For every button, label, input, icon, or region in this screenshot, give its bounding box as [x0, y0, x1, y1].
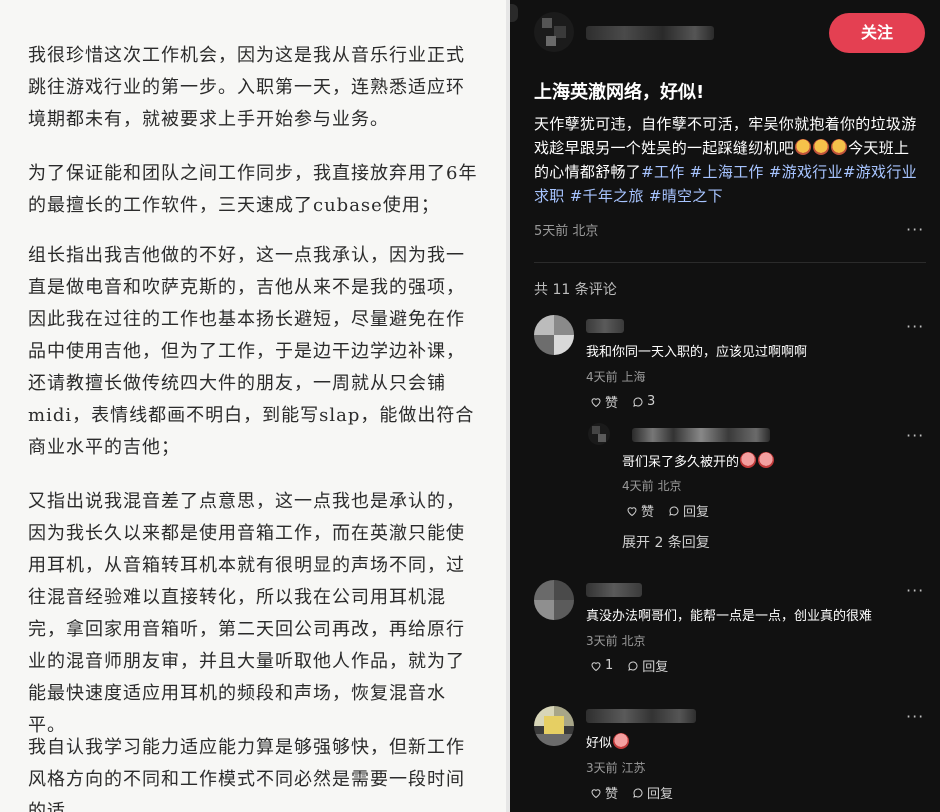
- face-emoji-icon: [813, 139, 830, 155]
- article-paragraph-2: 为了保证能和团队之间工作同步，我直接放弃用了6年的最擅长的工作软件，三天速成了c…: [28, 163, 478, 216]
- reply-count: 3: [647, 394, 656, 409]
- like-label: 赞: [605, 787, 619, 802]
- reply-avatar[interactable]: [588, 423, 610, 445]
- comment-more-icon[interactable]: ···: [906, 707, 924, 726]
- like-button[interactable]: 1: [590, 658, 613, 673]
- comment-actions: 赞 回复: [590, 783, 673, 802]
- comment-avatar[interactable]: [534, 315, 574, 355]
- like-label: 赞: [605, 396, 619, 411]
- post-detail-panel: 关注 上海英澈网络，好似! 天作孽犹可违，自作孽不可活，牢吴你就抱着你的垃圾游戏…: [510, 0, 940, 812]
- hashtag-link[interactable]: #上海工作: [690, 163, 764, 181]
- comment-text: 我和你同一天入职的，应该见过啊啊啊: [586, 345, 808, 360]
- reply-author-name[interactable]: [632, 428, 770, 442]
- reply-button[interactable]: 回复: [627, 656, 668, 675]
- like-button[interactable]: 赞: [626, 501, 654, 520]
- expand-replies-button[interactable]: 展开 2 条回复: [622, 532, 710, 552]
- article-paragraph-5: 我自认我学习能力适应能力算是够强够快，但新工作风格方向的不同和工作模式不同必然是…: [28, 737, 465, 812]
- comment-bubble-icon: [633, 787, 643, 798]
- comment-text-content: 好似: [586, 736, 613, 751]
- comment-actions: 赞 3: [590, 392, 655, 411]
- article-paragraph-1: 我很珍惜这次工作机会，因为这是我从音乐行业正式跳往游戏行业的第一步。入职第一天，…: [28, 45, 465, 130]
- face-emoji-icon: [795, 139, 812, 155]
- like-label: 赞: [641, 505, 655, 520]
- comment-avatar[interactable]: [534, 706, 574, 746]
- comment-bubble-icon: [633, 396, 643, 407]
- heart-icon: [591, 788, 601, 798]
- reply-label: 回复: [683, 505, 710, 520]
- comment-count: 共 11 条评论: [534, 282, 617, 298]
- hashtag-link[interactable]: #晴空之下: [649, 187, 723, 205]
- like-button[interactable]: 赞: [590, 783, 618, 802]
- post-more-icon[interactable]: ···: [906, 220, 924, 239]
- comment-avatar[interactable]: [534, 580, 574, 620]
- comment-actions: 1 回复: [590, 656, 668, 675]
- comment-bubble-icon: [628, 660, 638, 671]
- comment-text: 真没办法啊哥们，能帮一点是一点，创业真的很难: [586, 609, 873, 624]
- reply-label: 回复: [647, 787, 674, 802]
- pig-face-emoji-icon: [758, 452, 775, 468]
- reply-button[interactable]: 回复: [632, 783, 673, 802]
- hashtag-link[interactable]: #工作: [641, 163, 684, 181]
- article-paragraph-4: 又指出说我混音差了点意思，这一点我也是承认的，因为我长久以来都是使用音箱工作，而…: [28, 491, 465, 736]
- reply-more-icon[interactable]: ···: [906, 426, 924, 445]
- article-image: 我很珍惜这次工作机会，因为这是我从音乐行业正式跳往游戏行业的第一步。入职第一天，…: [0, 0, 510, 812]
- reply-count-button[interactable]: 3: [632, 394, 655, 409]
- comment-author-name[interactable]: [586, 583, 642, 597]
- reply-label: 回复: [642, 660, 669, 675]
- like-button[interactable]: 赞: [590, 392, 618, 411]
- reply-text-content: 哥们呆了多久被开的: [622, 455, 740, 470]
- reply-actions: 赞 回复: [626, 501, 709, 520]
- post-title: 上海英澈网络，好似!: [534, 82, 705, 103]
- reply-text: 哥们呆了多久被开的: [622, 451, 775, 470]
- divider: [534, 262, 926, 263]
- comment-bubble-icon: [669, 505, 679, 516]
- like-count: 1: [605, 658, 614, 673]
- heart-icon: [591, 661, 601, 671]
- heart-icon: [591, 397, 601, 407]
- post-meta: 5天前 北京: [534, 224, 599, 239]
- comment-author-name[interactable]: [586, 319, 624, 333]
- comment-author-name[interactable]: [586, 709, 696, 723]
- heart-icon: [627, 506, 637, 516]
- pig-face-emoji-icon: [740, 452, 757, 468]
- comment-meta: 3天前 北京: [586, 634, 646, 648]
- comment-more-icon[interactable]: ···: [906, 317, 924, 336]
- author-name[interactable]: [586, 26, 714, 40]
- reply-meta: 4天前 北京: [622, 479, 682, 493]
- article-paragraph-3: 组长指出我吉他做的不好，这一点我承认，因为我一直是做电音和吹萨克斯的，吉他从来不…: [28, 245, 475, 458]
- collapse-tab[interactable]: [510, 4, 518, 22]
- author-avatar[interactable]: [534, 12, 574, 52]
- comment-meta: 4天前 上海: [586, 370, 646, 384]
- hashtag-link[interactable]: #千年之旅: [570, 187, 644, 205]
- face-emoji-icon: [831, 139, 848, 155]
- post-body: 天作孽犹可违，自作孽不可活，牢吴你就抱着你的垃圾游戏趁早跟另一个姓吴的一起踩缝纫…: [534, 112, 919, 208]
- reply-button[interactable]: 回复: [668, 501, 709, 520]
- hashtag-link[interactable]: #游戏行业: [769, 163, 843, 181]
- comment-text: 好似: [586, 732, 630, 751]
- comment-meta: 3天前 江苏: [586, 761, 646, 775]
- comment-more-icon[interactable]: ···: [906, 581, 924, 600]
- follow-button[interactable]: 关注: [829, 13, 925, 53]
- pig-face-emoji-icon: [613, 733, 630, 749]
